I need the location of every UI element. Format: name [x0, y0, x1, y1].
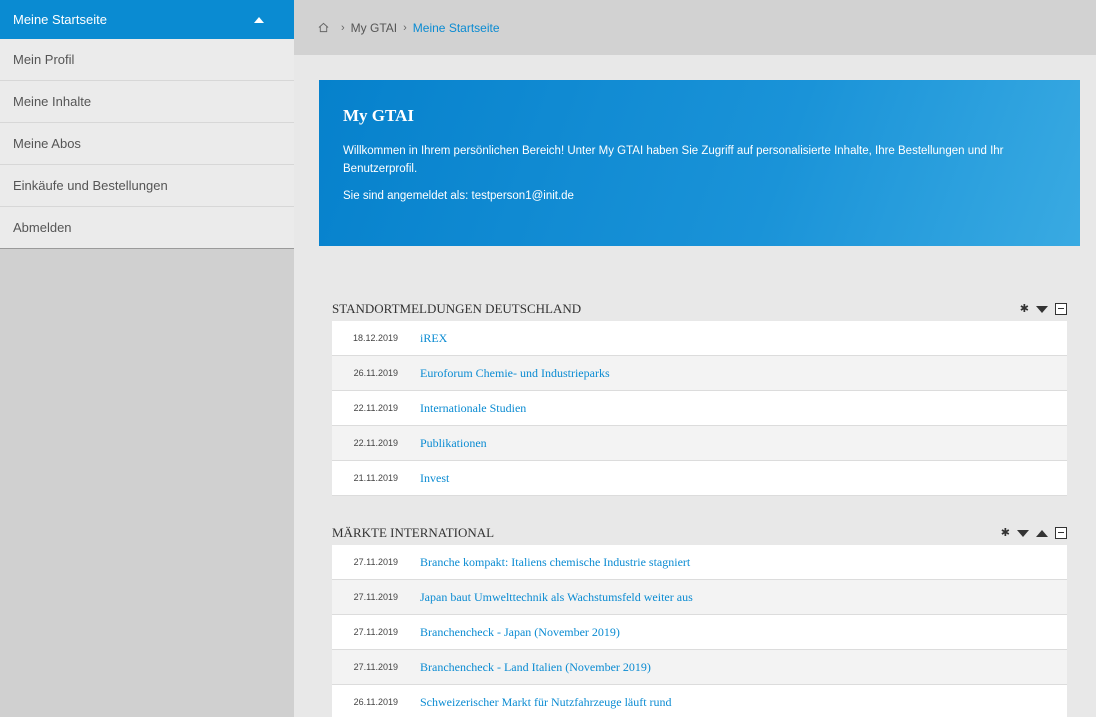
breadcrumb-item[interactable]: My GTAI: [351, 21, 397, 35]
item-link[interactable]: Japan baut Umwelttechnik als Wachstumsfe…: [420, 590, 693, 605]
item-date: 22.11.2019: [353, 403, 398, 413]
gear-icon[interactable]: ✱: [1020, 303, 1029, 315]
section-title: MÄRKTE INTERNATIONAL: [332, 525, 495, 540]
item-date: 26.11.2019: [353, 368, 398, 378]
breadcrumb: › My GTAI › Meine Startseite: [294, 0, 1096, 55]
minimize-icon[interactable]: [1055, 303, 1067, 315]
list-item: 27.11.2019 Branchencheck - Japan (Novembe…: [332, 615, 1067, 650]
minimize-icon[interactable]: [1055, 527, 1067, 539]
item-link[interactable]: Publikationen: [420, 436, 487, 451]
section-header: MÄRKTE INTERNATIONAL ✱: [332, 521, 1067, 545]
sidebar-item-meine-inhalte[interactable]: Meine Inhalte: [0, 81, 294, 123]
sidebar-item-label: Einkäufe und Bestellungen: [13, 178, 168, 193]
item-date: 27.11.2019: [353, 662, 398, 672]
list-item: 26.11.2019 Euroforum Chemie- und Industri…: [332, 356, 1067, 391]
sidebar-item-label: Mein Profil: [13, 52, 75, 67]
item-date: 27.11.2019: [353, 627, 398, 637]
list-item: 26.11.2019 Schweizerischer Markt für Nutz…: [332, 685, 1067, 717]
move-up-icon[interactable]: [1036, 529, 1048, 537]
item-link[interactable]: Branchencheck - Japan (November 2019): [420, 625, 620, 640]
list-item: 27.11.2019 Branchencheck - Land Italien (…: [332, 650, 1067, 685]
section-header: STANDORTMELDUNGEN DEUTSCHLAND ✱: [332, 297, 1067, 321]
gear-icon[interactable]: ✱: [1001, 527, 1010, 539]
sidebar-item-meine-abos[interactable]: Meine Abos: [0, 123, 294, 165]
item-link[interactable]: Branchencheck - Land Italien (November 2…: [420, 660, 651, 675]
sidebar-item-mein-profil[interactable]: Mein Profil: [0, 39, 294, 81]
item-date: 26.11.2019: [353, 697, 398, 707]
sidebar-nav: Mein Profil Meine Inhalte Meine Abos Ein…: [0, 39, 294, 249]
item-date: 22.11.2019: [353, 438, 398, 448]
news-list: 27.11.2019 Branche kompakt: Italiens chem…: [332, 545, 1067, 717]
item-date: 18.12.2019: [352, 333, 398, 343]
sidebar-item-einkaeufe[interactable]: Einkäufe und Bestellungen: [0, 165, 294, 207]
item-date: 27.11.2019: [353, 592, 398, 602]
item-link[interactable]: Internationale Studien: [420, 401, 526, 416]
welcome-text: Willkommen in Ihrem persönlichen Bereich…: [343, 145, 1004, 175]
item-link[interactable]: Schweizerischer Markt für Nutzfahrzeuge …: [420, 695, 672, 710]
section-maerkte-international: MÄRKTE INTERNATIONAL ✱ 27.11.2019 Branche…: [332, 521, 1067, 717]
item-date: 21.11.2019: [353, 473, 398, 483]
section-title: STANDORTMELDUNGEN DEUTSCHLAND: [332, 301, 582, 316]
sidebar-active-label: Meine Startseite: [13, 12, 107, 27]
breadcrumb-current[interactable]: Meine Startseite: [413, 21, 500, 35]
list-item: 22.11.2019 Publikationen: [332, 426, 1067, 461]
sidebar-item-label: Meine Abos: [13, 136, 81, 151]
item-link[interactable]: iREX: [420, 331, 447, 346]
welcome-banner: My GTAI Willkommen in Ihrem persönlichen…: [319, 80, 1080, 246]
caret-up-icon[interactable]: [254, 16, 264, 23]
sidebar-item-label: Meine Inhalte: [13, 94, 92, 109]
list-item: 27.11.2019 Branche kompakt: Italiens chem…: [332, 545, 1067, 580]
main-content: › My GTAI › Meine Startseite My GTAI Wil…: [294, 0, 1096, 717]
section-controls: ✱: [1020, 303, 1067, 315]
move-down-icon[interactable]: [1017, 529, 1029, 537]
sidebar: Meine Startseite Mein Profil Meine Inhal…: [0, 0, 294, 717]
item-link[interactable]: Invest: [420, 471, 449, 486]
section-controls: ✱: [1001, 527, 1067, 539]
sidebar-item-label: Abmelden: [13, 220, 72, 235]
item-link[interactable]: Branche kompakt: Italiens chemische Indu…: [420, 555, 690, 570]
item-date: 27.11.2019: [353, 557, 398, 567]
section-standortmeldungen: STANDORTMELDUNGEN DEUTSCHLAND ✱ 18.12.20…: [332, 297, 1067, 496]
logged-in-text: Sie sind angemeldet als: testperson1@ini…: [343, 190, 574, 202]
sidebar-item-abmelden[interactable]: Abmelden: [0, 207, 294, 248]
banner-title: My GTAI: [343, 106, 414, 125]
move-down-icon[interactable]: [1036, 305, 1048, 313]
list-item: 22.11.2019 Internationale Studien: [332, 391, 1067, 426]
list-item: 27.11.2019 Japan baut Umwelttechnik als W…: [332, 580, 1067, 615]
list-item: 21.11.2019 Invest: [332, 461, 1067, 496]
sidebar-item-meine-startseite[interactable]: Meine Startseite: [0, 0, 294, 39]
breadcrumb-separator: ›: [403, 21, 407, 34]
breadcrumb-separator: ›: [341, 21, 345, 34]
item-link[interactable]: Euroforum Chemie- und Industrieparks: [420, 366, 610, 381]
news-list: 18.12.2019 iREX 26.11.2019 Euroforum Chemi…: [332, 321, 1067, 496]
list-item: 18.12.2019 iREX: [332, 321, 1067, 356]
home-icon[interactable]: [318, 22, 329, 33]
